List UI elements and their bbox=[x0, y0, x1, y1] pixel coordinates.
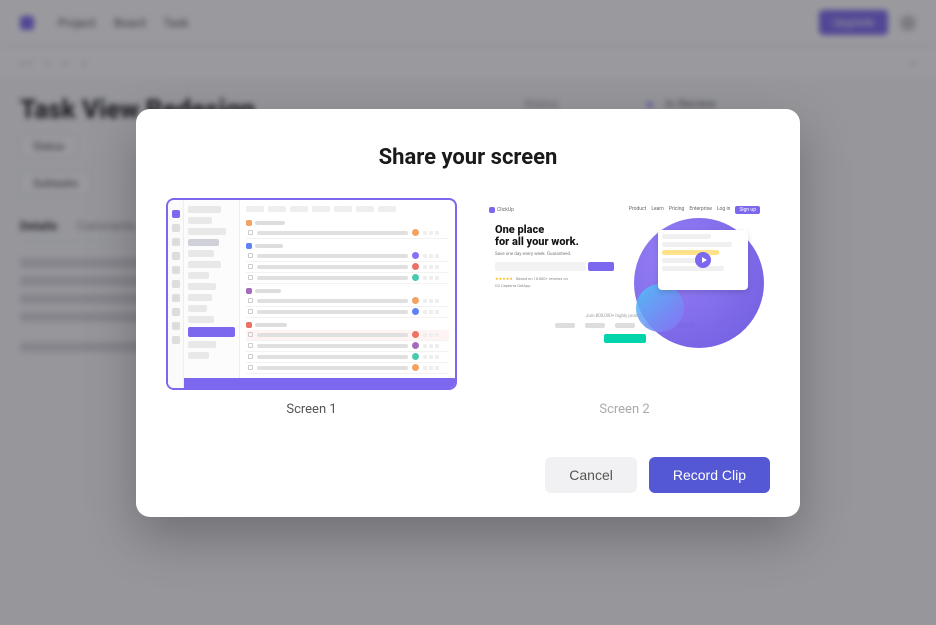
modal-actions: Cancel Record Clip bbox=[166, 457, 770, 493]
screen-1-label: Screen 1 bbox=[166, 402, 457, 417]
modal-overlay[interactable]: Share your screen bbox=[0, 0, 936, 625]
screen-option-1[interactable]: Screen 1 bbox=[166, 198, 457, 417]
record-clip-button[interactable]: Record Clip bbox=[649, 457, 770, 493]
screen-options: Screen 1 ClickUp Product Learn Pricing E… bbox=[166, 198, 770, 417]
modal-title: Share your screen bbox=[166, 145, 770, 170]
screen-2-label: Screen 2 bbox=[479, 402, 770, 417]
screen-2-thumbnail: ClickUp Product Learn Pricing Enterprise… bbox=[479, 198, 770, 390]
screen-1-thumbnail bbox=[166, 198, 457, 390]
share-screen-modal: Share your screen bbox=[136, 109, 800, 517]
screen-option-2[interactable]: ClickUp Product Learn Pricing Enterprise… bbox=[479, 198, 770, 417]
cancel-button[interactable]: Cancel bbox=[545, 457, 637, 493]
